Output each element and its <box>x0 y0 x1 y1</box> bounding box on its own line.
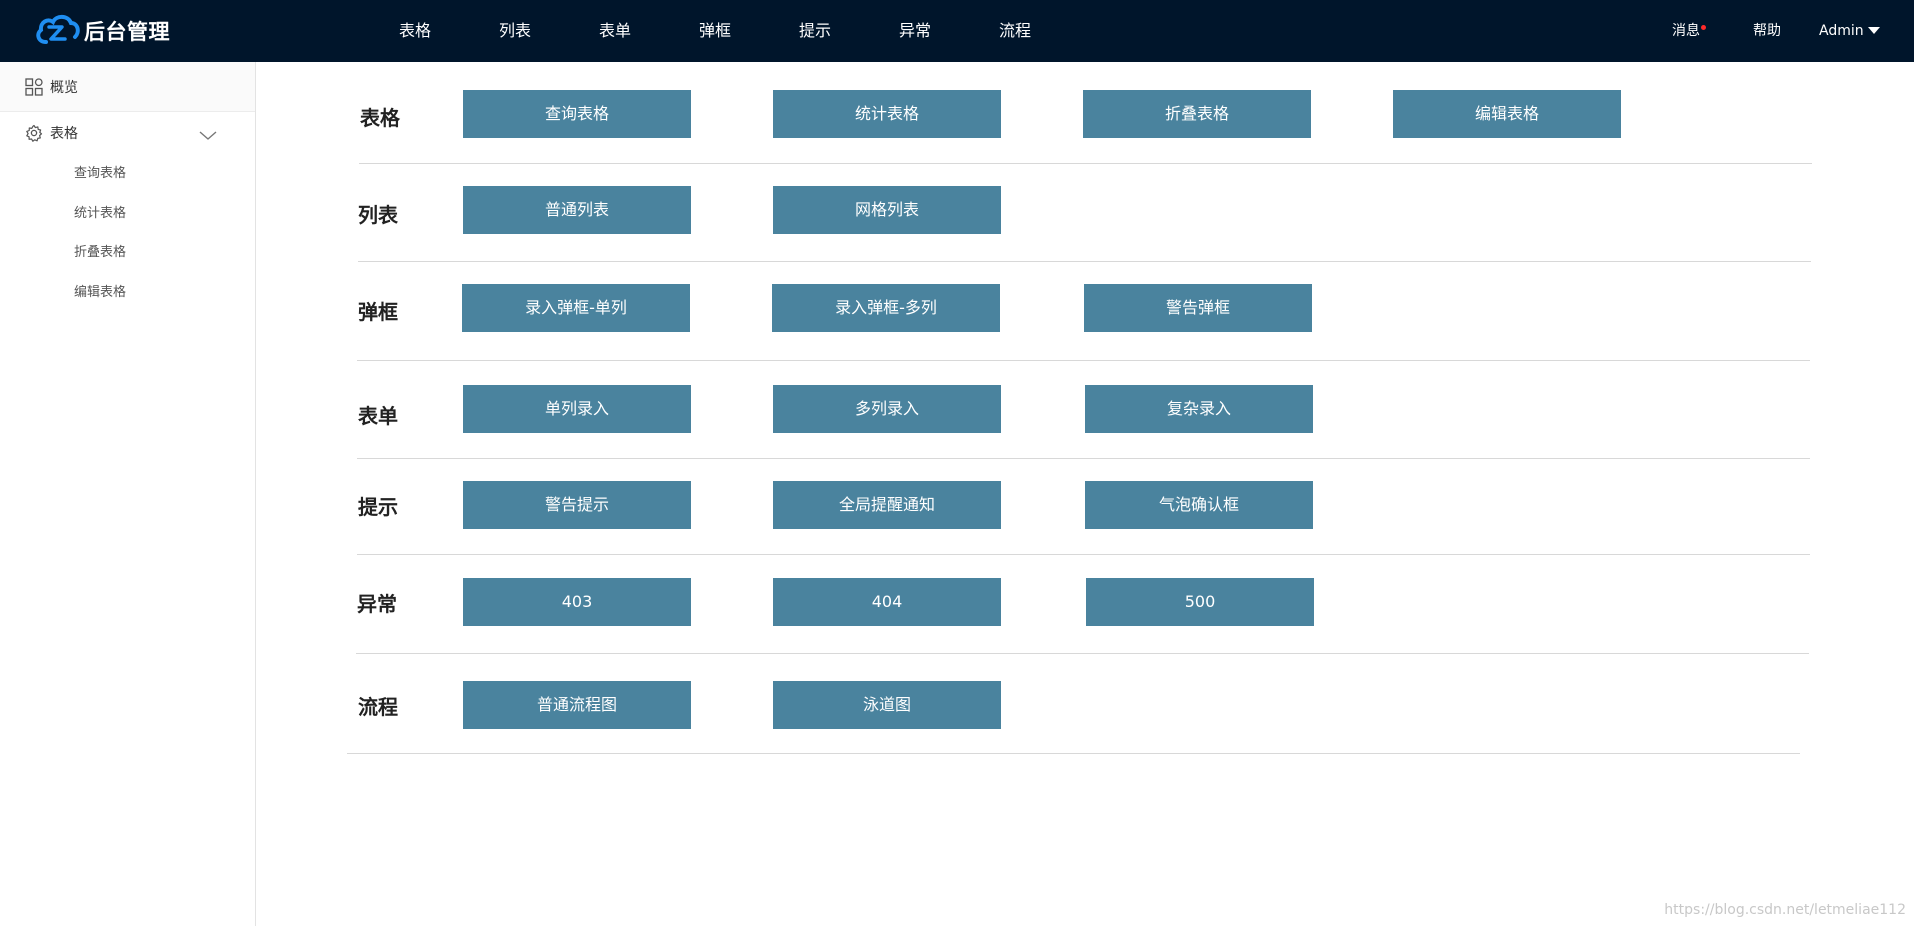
section-title-exception: 异常 <box>357 592 397 616</box>
stats-table-button[interactable]: 统计表格 <box>773 90 1001 138</box>
nav-item-form[interactable]: 表单 <box>599 0 631 62</box>
watermark: https://blog.csdn.net/letmeliae112 <box>1664 902 1906 918</box>
main-content: 表格 查询表格 统计表格 折叠表格 编辑表格 列表 普通列表 网格列表 弹框 录… <box>256 62 1914 926</box>
grid-list-button[interactable]: 网格列表 <box>773 186 1001 234</box>
swimlane-button[interactable]: 泳道图 <box>773 681 1001 729</box>
nav-item-flow[interactable]: 流程 <box>999 0 1031 62</box>
messages-label: 消息 <box>1672 23 1700 39</box>
basic-list-button[interactable]: 普通列表 <box>463 186 691 234</box>
notification-dot <box>1701 25 1706 30</box>
sidebar-item-overview[interactable]: 概览 <box>0 62 255 112</box>
nav-item-list[interactable]: 列表 <box>499 0 531 62</box>
help-link[interactable]: 帮助 <box>1753 0 1781 62</box>
messages-link[interactable]: 消息 <box>1672 0 1706 62</box>
section-divider <box>356 653 1809 654</box>
section-divider <box>357 554 1810 555</box>
query-table-button[interactable]: 查询表格 <box>463 90 691 138</box>
input-modal-multi-button[interactable]: 录入弹框-多列 <box>772 284 1000 332</box>
sidebar-subitem-stats-table[interactable]: 统计表格 <box>0 202 200 221</box>
section-title-form: 表单 <box>358 404 398 428</box>
top-nav: 表格 列表 表单 弹框 提示 异常 流程 <box>0 0 1914 62</box>
section-title-modal: 弹框 <box>358 300 398 324</box>
user-name: Admin <box>1819 23 1864 39</box>
sidebar-subitem-edit-table[interactable]: 编辑表格 <box>0 281 200 300</box>
user-menu[interactable]: Admin <box>1819 0 1880 62</box>
sidebar-item-label: 概览 <box>50 79 78 96</box>
error-404-button[interactable]: 404 <box>773 578 1001 626</box>
error-403-button[interactable]: 403 <box>463 578 691 626</box>
edit-table-button[interactable]: 编辑表格 <box>1393 90 1621 138</box>
warning-modal-button[interactable]: 警告弹框 <box>1084 284 1312 332</box>
section-divider <box>357 458 1810 459</box>
error-500-button[interactable]: 500 <box>1086 578 1314 626</box>
input-modal-single-button[interactable]: 录入弹框-单列 <box>462 284 690 332</box>
nav-item-tips[interactable]: 提示 <box>799 0 831 62</box>
basic-flowchart-button[interactable]: 普通流程图 <box>463 681 691 729</box>
dashboard-icon <box>24 77 44 97</box>
caret-down-icon <box>1867 26 1880 34</box>
nav-item-table[interactable]: 表格 <box>399 0 431 62</box>
section-title-list: 列表 <box>358 203 398 227</box>
sidebar-subitem-collapse-table[interactable]: 折叠表格 <box>0 241 200 260</box>
collapse-table-button[interactable]: 折叠表格 <box>1083 90 1311 138</box>
single-column-form-button[interactable]: 单列录入 <box>463 385 691 433</box>
nav-item-exception[interactable]: 异常 <box>899 0 931 62</box>
sidebar: 概览 表格 查询表格 统计表格 折叠表格 编辑表格 <box>0 62 256 926</box>
section-divider <box>357 360 1810 361</box>
section-divider <box>347 753 1800 754</box>
sidebar-item-label: 表格 <box>50 126 78 142</box>
chevron-down-icon <box>198 127 218 140</box>
nav-item-modal[interactable]: 弹框 <box>699 0 731 62</box>
section-divider <box>358 261 1811 262</box>
popconfirm-button[interactable]: 气泡确认框 <box>1085 481 1313 529</box>
complex-form-button[interactable]: 复杂录入 <box>1085 385 1313 433</box>
section-title-table: 表格 <box>360 106 400 130</box>
multi-column-form-button[interactable]: 多列录入 <box>773 385 1001 433</box>
top-header: 后台管理 表格 列表 表单 弹框 提示 异常 流程 消息 帮助 Admin <box>0 0 1914 62</box>
sidebar-subitem-query-table[interactable]: 查询表格 <box>0 162 200 181</box>
section-title-tips: 提示 <box>358 495 398 519</box>
section-divider <box>359 163 1812 164</box>
global-notification-button[interactable]: 全局提醒通知 <box>773 481 1001 529</box>
warning-tip-button[interactable]: 警告提示 <box>463 481 691 529</box>
section-title-flow: 流程 <box>358 695 398 719</box>
gear-icon <box>24 123 44 143</box>
sidebar-item-tables[interactable]: 表格 <box>0 111 255 155</box>
